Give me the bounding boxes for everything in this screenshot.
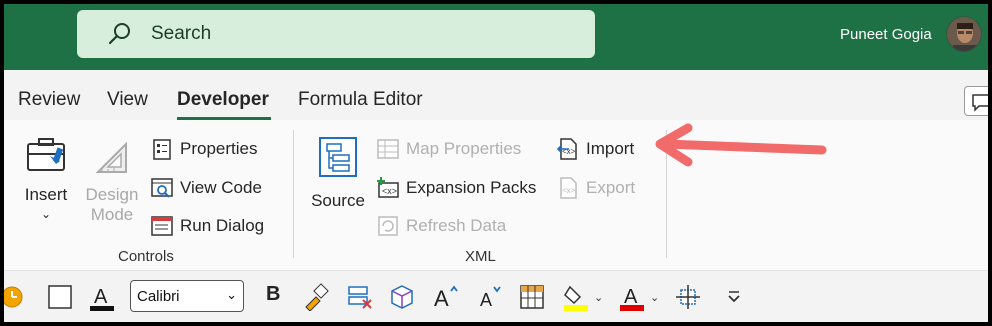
3d-model-icon[interactable]: [388, 283, 416, 311]
import-label: Import: [586, 139, 635, 158]
ribbon-tabs: Review View Developer Formula Editor: [4, 70, 988, 120]
excel-window: Search Puneet Gogia Review View Develope…: [4, 4, 988, 322]
insert-label: Insert: [24, 185, 68, 204]
annotation-arrow-icon: [655, 123, 827, 167]
svg-text:<x>: <x>: [382, 186, 397, 196]
design-mode-label-1: Design: [85, 185, 139, 204]
export-label: Export: [586, 178, 636, 197]
search-box[interactable]: Search: [77, 10, 595, 58]
border-icon[interactable]: [46, 283, 74, 311]
view-code-label: View Code: [180, 178, 262, 197]
avatar-photo: [947, 17, 981, 51]
tab-developer[interactable]: Developer: [177, 89, 269, 111]
avatar[interactable]: [946, 16, 982, 52]
design-mode-button[interactable]: Design Mode: [80, 134, 144, 225]
controls-group-label: Controls: [118, 248, 174, 265]
tab-review[interactable]: Review: [18, 89, 80, 111]
source-label: Source: [311, 191, 365, 210]
align-center-icon[interactable]: [674, 283, 702, 311]
design-mode-icon: [95, 141, 127, 173]
svg-text:A: A: [94, 286, 108, 308]
map-properties-icon: [377, 139, 399, 159]
table-grid-icon[interactable]: [518, 283, 546, 311]
decrease-font-size-icon[interactable]: A: [476, 283, 504, 311]
toolbox-icon: [27, 138, 65, 171]
search-placeholder: Search: [151, 23, 212, 44]
design-mode-label-2: Mode: [90, 205, 134, 224]
comments-button[interactable]: [964, 86, 988, 116]
tab-view[interactable]: View: [107, 89, 148, 111]
format-painter-icon[interactable]: [302, 283, 330, 311]
svg-text:A: A: [480, 290, 492, 310]
properties-icon: [153, 139, 171, 160]
svg-text:A: A: [434, 286, 449, 311]
group-divider: [293, 130, 294, 258]
clock-icon[interactable]: [4, 283, 28, 311]
refresh-data-label: Refresh Data: [406, 216, 507, 235]
xml-group-label: XML: [465, 248, 496, 265]
chevron-down-icon[interactable]: ⌄: [650, 291, 659, 304]
chevron-down-icon[interactable]: ⌄: [594, 291, 603, 304]
user-name[interactable]: Puneet Gogia: [840, 26, 932, 43]
import-button[interactable]: <x> Import: [556, 134, 634, 164]
increase-font-size-icon[interactable]: A: [432, 283, 460, 311]
font-name-select[interactable]: Calibri ⌄: [130, 280, 244, 312]
search-icon: [108, 23, 130, 45]
font-color-red-icon[interactable]: A: [618, 283, 646, 311]
properties-button[interactable]: Properties: [150, 134, 257, 164]
tab-formula-editor[interactable]: Formula Editor: [298, 89, 423, 111]
fill-color-icon[interactable]: [562, 283, 590, 311]
map-properties-label: Map Properties: [406, 139, 522, 158]
refresh-data-button[interactable]: Refresh Data: [376, 211, 506, 241]
run-dialog-button[interactable]: Run Dialog: [150, 211, 264, 241]
font-name-value: Calibri: [137, 287, 180, 305]
source-button[interactable]: Source: [306, 134, 370, 211]
customize-toolbar-icon[interactable]: [720, 283, 748, 311]
run-dialog-label: Run Dialog: [180, 216, 265, 235]
run-dialog-icon: [151, 216, 173, 236]
export-button[interactable]: <x> Export: [556, 173, 635, 203]
quick-access-toolbar: A Calibri ⌄ B A A ⌄ A ⌄: [4, 270, 988, 322]
map-properties-button[interactable]: Map Properties: [376, 134, 521, 164]
refresh-data-icon: [378, 216, 398, 236]
title-bar: Search Puneet Gogia: [4, 4, 988, 70]
delete-cells-icon[interactable]: [346, 283, 374, 311]
chevron-down-icon: ⌄: [226, 287, 237, 302]
expansion-packs-label: Expansion Packs: [406, 178, 537, 197]
xml-export-icon: <x>: [560, 177, 577, 199]
font-color-icon[interactable]: A: [88, 283, 116, 311]
insert-button[interactable]: Insert ⌄: [18, 134, 74, 221]
properties-label: Properties: [180, 139, 258, 158]
chevron-down-icon: ⌄: [40, 207, 52, 221]
ribbon-panel: Insert ⌄ Design Mode Properties View Cod…: [4, 120, 988, 270]
xml-import-icon: <x>: [556, 138, 577, 160]
comment-icon: [972, 94, 988, 112]
expansion-packs-icon: <x>: [377, 177, 399, 198]
xml-source-icon: [319, 137, 357, 177]
expansion-packs-button[interactable]: <x> Expansion Packs: [376, 173, 536, 203]
svg-text:<x>: <x>: [562, 186, 576, 195]
view-code-icon: [151, 178, 173, 198]
view-code-button[interactable]: View Code: [150, 173, 262, 203]
bold-button[interactable]: B: [266, 283, 280, 306]
svg-text:A: A: [624, 286, 638, 308]
